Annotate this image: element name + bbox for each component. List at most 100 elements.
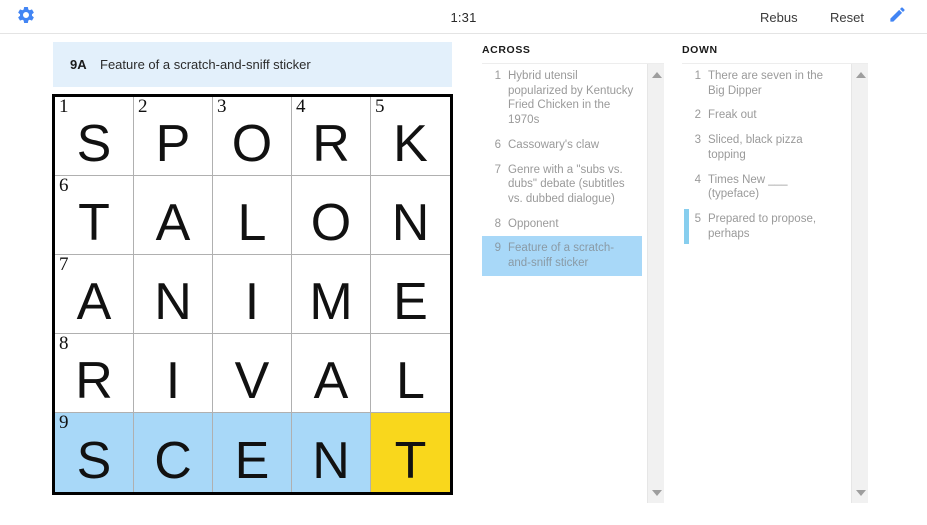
- grid-cell[interactable]: M: [292, 255, 371, 334]
- grid-cell[interactable]: A: [134, 176, 213, 255]
- across-clues-column: ACROSS 1 Hybrid utensil popularized by Ke…: [482, 44, 664, 503]
- grid-cell-letter: E: [234, 431, 270, 490]
- grid-cell-number: 6: [59, 176, 69, 196]
- grid-cell-letter: S: [76, 115, 112, 173]
- grid-cell-letter: T: [394, 431, 427, 490]
- down-scroll-down-button[interactable]: [852, 484, 869, 501]
- clue-text: Feature of a scratch-and-sniff sticker: [508, 242, 615, 270]
- clue-item[interactable]: 9 Feature of a scratch-and-sniff sticker: [482, 236, 642, 276]
- clue-text: Sliced, black pizza topping: [708, 134, 803, 161]
- grid-cell[interactable]: 7A: [55, 255, 134, 334]
- grid-cell[interactable]: T: [371, 413, 450, 492]
- down-scrollbar[interactable]: [851, 64, 868, 503]
- grid-cell[interactable]: 8R: [55, 334, 134, 413]
- clue-item[interactable]: 7 Genre with a "subs vs. dubs" debate (su…: [482, 158, 642, 212]
- crossword-grid[interactable]: 1S2P3O4R5K6TALON7ANIME8RIVAL9SCENT: [55, 97, 450, 492]
- grid-cell[interactable]: 5K: [371, 97, 450, 176]
- clue-item[interactable]: 8 Opponent: [482, 212, 642, 237]
- grid-cell-letter: S: [76, 431, 112, 490]
- across-scroll-down-button[interactable]: [648, 484, 665, 501]
- grid-cell[interactable]: E: [213, 413, 292, 492]
- grid-cell-letter: A: [313, 352, 349, 410]
- grid-cell-letter: C: [154, 431, 192, 490]
- clue-item[interactable]: 5 Prepared to propose, perhaps: [682, 207, 846, 246]
- grid-cell[interactable]: 3O: [213, 97, 292, 176]
- down-header: DOWN: [682, 44, 718, 56]
- clue-item[interactable]: 6 Cassowary's claw: [482, 133, 642, 158]
- clue-number: 1: [494, 70, 501, 82]
- clue-item[interactable]: 3 Sliced, black pizza topping: [682, 128, 846, 167]
- across-scrollbar[interactable]: [647, 64, 664, 503]
- clue-number: 4: [694, 173, 701, 186]
- grid-cell-letter: N: [391, 194, 430, 252]
- clue-number: 5: [694, 213, 701, 226]
- grid-cell-number: 1: [59, 97, 69, 117]
- current-clue-banner[interactable]: 9A Feature of a scratch-and-sniff sticke…: [53, 42, 452, 87]
- across-list-frame: 1 Hybrid utensil popularized by Kentucky …: [482, 63, 664, 503]
- clue-item[interactable]: 1 There are seven in the Big Dipper: [682, 64, 846, 103]
- clue-text: Freak out: [708, 109, 757, 122]
- clue-text: There are seven in the Big Dipper: [708, 70, 824, 97]
- triangle-down-icon: [855, 489, 866, 496]
- pencil-button[interactable]: [884, 5, 910, 29]
- grid-cell[interactable]: 6T: [55, 176, 134, 255]
- clue-text: Genre with a "subs vs. dubs" debate (sub…: [508, 163, 625, 206]
- grid-cell-letter: I: [165, 352, 181, 410]
- grid-cell[interactable]: O: [292, 176, 371, 255]
- grid-cell[interactable]: N: [371, 176, 450, 255]
- grid-cell-number: 2: [138, 97, 148, 117]
- crossword-grid-container: 1S2P3O4R5K6TALON7ANIME8RIVAL9SCENT: [52, 94, 453, 495]
- clue-number: 7: [494, 163, 501, 176]
- grid-cell[interactable]: V: [213, 334, 292, 413]
- grid-cell[interactable]: C: [134, 413, 213, 492]
- clue-text: Cassowary's claw: [508, 138, 600, 151]
- grid-cell-letter: P: [155, 115, 191, 173]
- grid-cell[interactable]: L: [213, 176, 292, 255]
- grid-cell-number: 4: [296, 97, 306, 117]
- clue-item[interactable]: 4 Times New ___ (typeface): [682, 168, 846, 207]
- triangle-up-icon: [855, 71, 866, 78]
- clue-text: Hybrid utensil popularized by Kentucky F…: [508, 70, 634, 127]
- triangle-down-icon: [651, 489, 662, 496]
- clue-item[interactable]: 2 Freak out: [682, 103, 846, 128]
- current-clue-text: Feature of a scratch-and-sniff sticker: [100, 57, 311, 72]
- across-clue-list[interactable]: 1 Hybrid utensil popularized by Kentucky …: [482, 64, 664, 503]
- grid-cell-number: 3: [217, 97, 227, 117]
- grid-cell[interactable]: 9S: [55, 413, 134, 492]
- clue-number: 1: [694, 70, 701, 82]
- clue-text: Opponent: [508, 217, 559, 230]
- grid-cell[interactable]: 1S: [55, 97, 134, 176]
- grid-cell-letter: N: [154, 273, 192, 331]
- grid-cell-number: 5: [375, 97, 385, 117]
- grid-cell[interactable]: E: [371, 255, 450, 334]
- down-clue-list[interactable]: 1 There are seven in the Big Dipper 2 Freak…: [682, 64, 868, 503]
- grid-cell[interactable]: 4R: [292, 97, 371, 176]
- grid-cell-letter: R: [312, 115, 350, 173]
- grid-cell-letter: V: [234, 352, 270, 410]
- down-scroll-up-button[interactable]: [852, 66, 869, 83]
- grid-cell[interactable]: 2P: [134, 97, 213, 176]
- grid-cell[interactable]: N: [134, 255, 213, 334]
- across-header: ACROSS: [482, 44, 531, 56]
- grid-cell[interactable]: I: [134, 334, 213, 413]
- clue-item[interactable]: 1 Hybrid utensil popularized by Kentucky …: [482, 64, 642, 133]
- reset-button[interactable]: Reset: [830, 0, 864, 34]
- grid-cell-letter: I: [244, 273, 260, 331]
- grid-cell[interactable]: A: [292, 334, 371, 413]
- grid-cell-letter: A: [76, 273, 112, 331]
- rebus-button[interactable]: Rebus: [760, 0, 798, 34]
- top-toolbar: 1:31 Rebus Reset: [0, 0, 927, 34]
- grid-cell-letter: E: [393, 273, 428, 331]
- grid-cell[interactable]: N: [292, 413, 371, 492]
- grid-cell-letter: L: [237, 194, 267, 252]
- grid-cell-letter: K: [393, 115, 428, 173]
- clue-number: 3: [694, 134, 701, 147]
- clue-text: Times New ___ (typeface): [708, 173, 788, 201]
- grid-cell-letter: O: [231, 115, 273, 173]
- grid-cell-letter: N: [312, 431, 350, 490]
- grid-cell-number: 7: [59, 255, 69, 275]
- grid-cell[interactable]: L: [371, 334, 450, 413]
- across-scroll-up-button[interactable]: [648, 66, 665, 83]
- clue-number: 6: [494, 138, 501, 151]
- grid-cell[interactable]: I: [213, 255, 292, 334]
